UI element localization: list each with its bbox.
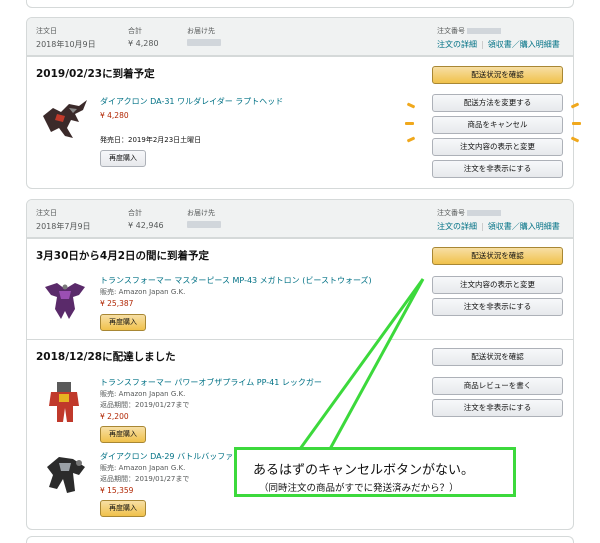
order-card-1: 注文日 2018年10月9日 合計 ¥ 4,280 お届け先 注文番号 注文の詳… <box>26 17 574 189</box>
write-review-button[interactable]: 商品レビューを書く <box>432 377 563 395</box>
view-edit-order-button[interactable]: 注文内容の表示と変更 <box>432 276 563 294</box>
ship-to-name-redacted <box>187 39 221 46</box>
buy-again-button[interactable]: 再度購入 <box>100 500 146 517</box>
cancel-item-button[interactable]: 商品をキャンセル <box>432 116 563 134</box>
product-seller: 販売: Amazon Japan G.K. <box>100 464 186 472</box>
order-date-label: 注文日 <box>36 209 57 217</box>
release-date: 発売日：2019年2月23日土曜日 <box>100 136 202 144</box>
archive-order-button[interactable]: 注文を非表示にする <box>432 298 563 316</box>
delivery-status: 2019/02/23に到着予定 <box>36 68 155 80</box>
order-date: 2018年10月9日 <box>36 40 96 49</box>
buy-again-button[interactable]: 再度購入 <box>100 426 146 443</box>
order-total: ¥ 4,280 <box>128 39 159 48</box>
buy-again-button[interactable]: 再度購入 <box>100 314 146 331</box>
shipment-1: 3月30日から4月2日の間に到着予定 トランスフォーマー マスターピース MP-… <box>27 238 573 339</box>
callout-sub-text: （同時注文の商品がすでに発送済みだから？） <box>259 483 459 494</box>
product-image-diaclone-raptorhead[interactable] <box>39 94 91 142</box>
receipt-link[interactable]: 領収書／購入明細書 <box>488 222 560 231</box>
product-seller: 販売: Amazon Japan G.K. <box>100 288 186 296</box>
order-details-link[interactable]: 注文の詳細 <box>437 222 477 231</box>
previous-order-card-edge <box>26 0 574 8</box>
order-total-label: 合計 <box>128 27 142 35</box>
order-date-label: 注文日 <box>36 27 57 35</box>
track-package-button[interactable]: 配送状況を確認 <box>432 66 563 84</box>
product-price: ¥ 4,280 <box>100 111 129 120</box>
next-order-card-edge <box>26 536 574 543</box>
ship-to-label: お届け先 <box>187 27 215 35</box>
buy-again-button[interactable]: 再度購入 <box>100 150 146 167</box>
product-image-battle-buffalo[interactable] <box>39 449 91 497</box>
order-date: 2018年7月9日 <box>36 222 91 231</box>
product-price: ¥ 15,359 <box>100 486 134 495</box>
order-total-label: 合計 <box>128 209 142 217</box>
view-edit-order-button[interactable]: 注文内容の表示と変更 <box>432 138 563 156</box>
order-header: 注文日 2018年7月9日 合計 ¥ 42,946 お届け先 注文番号 注文の詳… <box>27 200 573 238</box>
change-delivery-button[interactable]: 配送方法を変更する <box>432 94 563 112</box>
product-image-wreck-gar[interactable] <box>39 376 91 424</box>
delivery-status: 3月30日から4月2日の間に到着予定 <box>36 250 210 262</box>
product-title[interactable]: トランスフォーマー パワーオブザプライム PP-41 レックガー <box>100 377 322 388</box>
order-header: 注文日 2018年10月9日 合計 ¥ 4,280 お届け先 注文番号 注文の詳… <box>27 18 573 56</box>
product-title[interactable]: トランスフォーマー マスターピース MP-43 メガトロン (ビーストウォーズ) <box>100 275 372 286</box>
track-package-button[interactable]: 配送状況を確認 <box>432 247 563 265</box>
product-title[interactable]: ダイアクロン DA-29 バトルバッファロー <box>100 451 249 462</box>
callout-main-text: あるはずのキャンセルボタンがない。 <box>253 463 475 478</box>
ship-to-name-redacted <box>187 221 221 228</box>
ship-to-label: お届け先 <box>187 209 215 217</box>
product-price: ¥ 25,387 <box>100 299 134 308</box>
return-window: 返品期間：2019/01/27まで <box>100 475 190 483</box>
archive-order-button[interactable]: 注文を非表示にする <box>432 399 563 417</box>
archive-order-button[interactable]: 注文を非表示にする <box>432 160 563 178</box>
product-image-megatron[interactable] <box>39 275 91 323</box>
product-price: ¥ 2,200 <box>100 412 129 421</box>
return-window: 返品期間：2019/01/27まで <box>100 401 190 409</box>
shipment: 2019/02/23に到着予定 ダイアクロン DA-31 ワルダレイダー ラプト… <box>27 56 573 188</box>
order-number-label: 注文番号 <box>437 208 560 218</box>
receipt-link[interactable]: 領収書／購入明細書 <box>488 40 560 49</box>
shipment-2: 2018/12/28に配達しました トランスフォーマー パワーオブザプライム P… <box>27 339 573 529</box>
product-seller: 販売: Amazon Japan G.K. <box>100 390 186 398</box>
order-details-link[interactable]: 注文の詳細 <box>437 40 477 49</box>
product-title[interactable]: ダイアクロン DA-31 ワルダレイダー ラプトヘッド <box>100 96 283 107</box>
track-package-button[interactable]: 配送状況を確認 <box>432 348 563 366</box>
order-total: ¥ 42,946 <box>128 221 164 230</box>
delivery-status: 2018/12/28に配達しました <box>36 351 176 363</box>
annotation-callout: あるはずのキャンセルボタンがない。 （同時注文の商品がすでに発送済みだから？） <box>234 447 516 497</box>
order-number-label: 注文番号 <box>437 26 560 36</box>
